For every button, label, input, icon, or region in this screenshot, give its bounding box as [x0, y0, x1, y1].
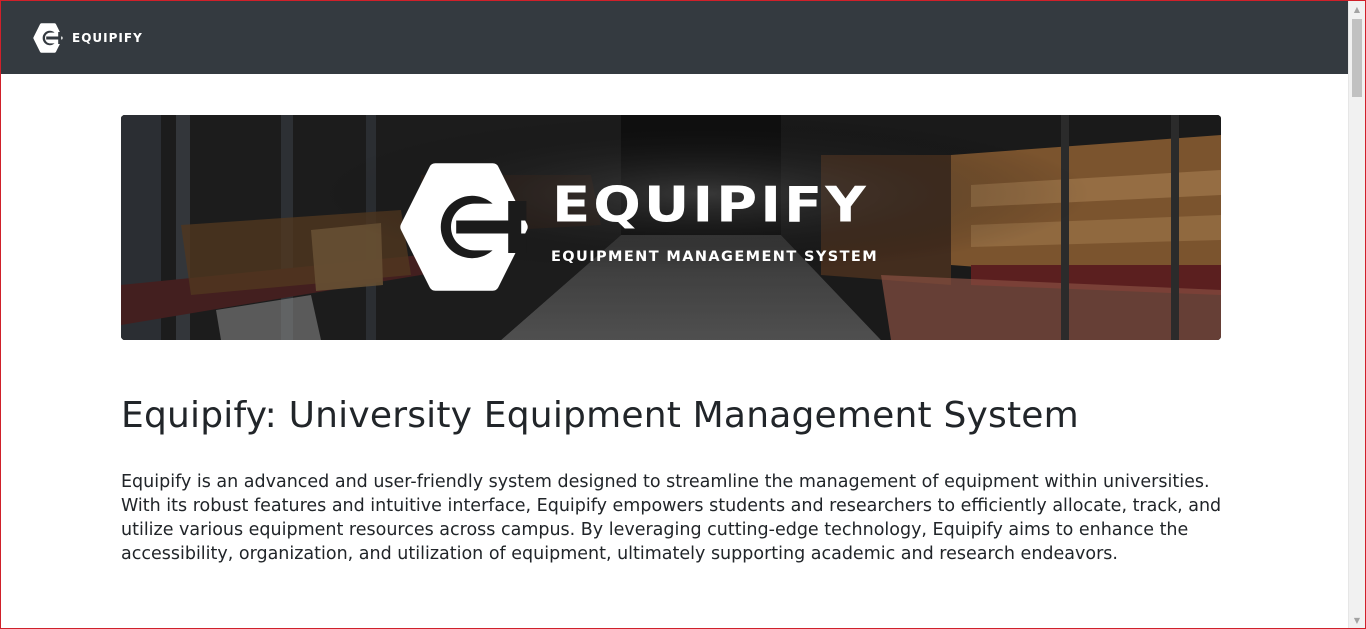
- scroll-down-arrow-icon[interactable]: ▼: [1349, 612, 1365, 628]
- hero-subtitle: EQUIPMENT MANAGEMENT SYSTEM: [551, 249, 879, 265]
- brand-link[interactable]: EQUIPIFY: [33, 22, 143, 53]
- hero-title: EQUIPIFY: [552, 176, 869, 234]
- vertical-scrollbar[interactable]: ▲ ▼: [1348, 1, 1365, 628]
- scroll-up-arrow-icon[interactable]: ▲: [1349, 1, 1365, 17]
- scroll-thumb[interactable]: [1352, 19, 1362, 97]
- main-content: EQUIPIFY EQUIPMENT MANAGEMENT SYSTEM Equ…: [121, 115, 1231, 566]
- intro-paragraph: Equipify is an advanced and user-friendl…: [121, 472, 1222, 564]
- brand-name: EQUIPIFY: [72, 30, 143, 45]
- equipify-logo-icon: [33, 22, 63, 53]
- top-navbar: EQUIPIFY: [1, 1, 1350, 74]
- hero-banner: EQUIPIFY EQUIPMENT MANAGEMENT SYSTEM: [121, 115, 1221, 340]
- browser-viewport: EQUIPIFY ▲ ▼ EQUIPIFY EQUIPMENT MANAGEME…: [0, 0, 1366, 629]
- page-title: Equipify: University Equipment Managemen…: [121, 395, 1079, 436]
- equipify-logo-icon: [400, 163, 528, 291]
